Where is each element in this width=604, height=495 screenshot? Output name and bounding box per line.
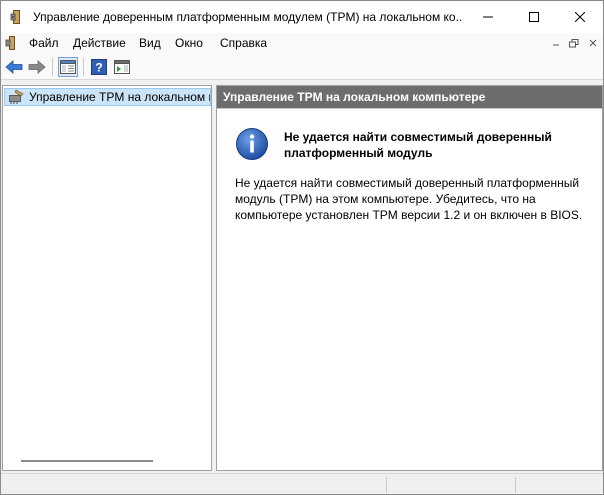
tpm-app-icon	[9, 9, 25, 25]
back-arrow-icon	[5, 60, 23, 74]
menu-window[interactable]: Окно	[175, 36, 203, 50]
close-button[interactable]	[557, 1, 603, 33]
result-pane-header: Управление TPM на локальном компьютере	[217, 86, 602, 108]
minimize-button[interactable]	[465, 1, 511, 33]
tpm-chip-icon	[7, 89, 25, 105]
menu-file[interactable]: Файл	[29, 36, 59, 50]
menu-bar: Файл Действие Вид Окно Справка	[1, 33, 603, 53]
toolbar-separator	[52, 58, 53, 76]
forward-arrow-icon	[28, 60, 46, 74]
toolbar-separator	[83, 58, 84, 76]
mdi-minimize-icon	[553, 44, 559, 46]
title-bar[interactable]: Управление доверенным платформенным моду…	[1, 1, 603, 33]
result-pane: Управление TPM на локальном компьютере Н…	[216, 85, 603, 471]
message-body: Не удается найти совместимый доверенный …	[235, 176, 583, 222]
console-tree-pane[interactable]: Управление TPM на локальном к	[2, 85, 212, 471]
tpm-menu-icon[interactable]	[5, 35, 19, 51]
status-separator	[386, 477, 387, 493]
maximize-button[interactable]	[511, 1, 557, 33]
status-separator	[515, 477, 516, 493]
back-button[interactable]	[4, 57, 24, 77]
mdi-close-button[interactable]	[585, 36, 601, 50]
mdi-minimize-button[interactable]	[548, 36, 564, 50]
help-button[interactable]: ?	[89, 57, 109, 77]
mdi-restore-button[interactable]	[566, 36, 582, 50]
mmc-window: Управление доверенным платформенным моду…	[0, 0, 604, 495]
mdi-restore-icon	[569, 38, 579, 47]
result-pane-body: Не удается найти совместимый доверенный …	[217, 108, 602, 470]
toolbar: ?	[1, 53, 603, 80]
minimize-icon	[483, 16, 493, 18]
status-bar	[1, 473, 603, 494]
show-hide-action-pane-button[interactable]	[112, 57, 132, 77]
info-icon	[235, 127, 269, 161]
menu-action[interactable]: Действие	[73, 36, 126, 50]
maximize-icon	[529, 12, 539, 22]
tree-item-label: Управление TPM на локальном к	[29, 90, 211, 104]
window-title: Управление доверенным платформенным моду…	[33, 10, 463, 24]
mdi-close-icon	[589, 39, 597, 47]
show-hide-action-pane-icon	[114, 60, 130, 74]
show-hide-console-tree-icon	[60, 60, 76, 74]
forward-button[interactable]	[27, 57, 47, 77]
menu-view[interactable]: Вид	[139, 36, 161, 50]
tree-item-tpm-management[interactable]: Управление TPM на локальном к	[4, 88, 211, 106]
help-icon: ?	[91, 59, 107, 75]
show-hide-console-tree-button[interactable]	[58, 57, 78, 77]
menu-help[interactable]: Справка	[220, 36, 267, 50]
horizontal-scrollbar[interactable]	[21, 460, 153, 462]
close-icon	[575, 12, 585, 22]
message-title: Не удается найти совместимый доверенный …	[284, 130, 552, 160]
svg-text:?: ?	[95, 61, 102, 75]
